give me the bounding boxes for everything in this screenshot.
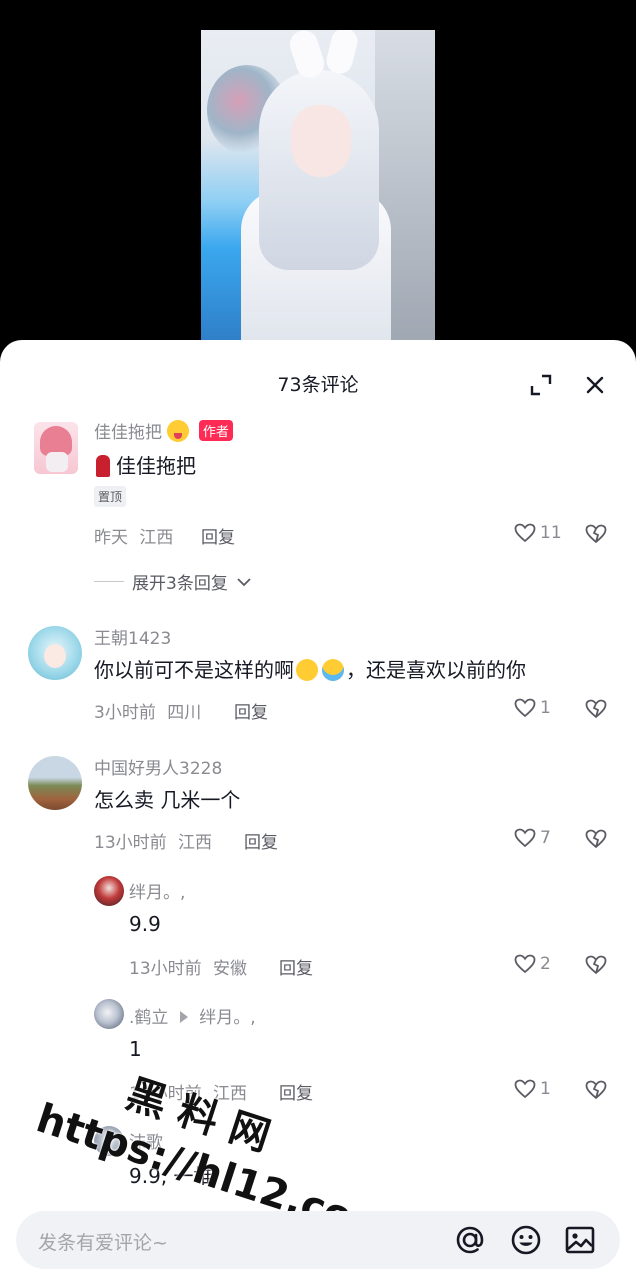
like-count: 7 <box>540 828 551 848</box>
video-bunny-ear-right <box>323 30 361 77</box>
reply-author[interactable]: .鹤立 绊月。, <box>129 1003 256 1028</box>
like-count: 2 <box>540 954 551 974</box>
avatar-body <box>46 452 68 472</box>
reply-location: 江西 <box>213 1084 248 1104</box>
emoji-icon <box>167 420 190 442</box>
reply-item: 绊月。, 9.9 13小时前 安徽 回复 2 <box>0 874 636 984</box>
reply-text: 9.9, 一堆 <box>129 1164 214 1188</box>
broken-heart-icon[interactable] <box>585 828 607 850</box>
comment-sheet: 73条评论 佳佳拖把 作者 佳佳拖把 置顶 昨天 江西 回复 11 展开3条回复… <box>0 340 636 1280</box>
like-count: 1 <box>540 1079 551 1099</box>
reply-time: 12小时前 <box>129 1084 202 1104</box>
reply-text: 9.9 <box>129 912 161 936</box>
expand-replies-label[interactable]: 展开3条回复 <box>132 569 228 594</box>
reply-button[interactable]: 回复 <box>244 828 278 853</box>
heart-icon <box>514 523 536 543</box>
comment-text: 怎么卖 几米一个 <box>94 788 241 812</box>
emoji-tongue <box>174 433 183 439</box>
comment-item: 中国好男人3228 怎么卖 几米一个 13小时前 江西 回复 7 <box>0 752 636 862</box>
avatar[interactable] <box>28 626 82 680</box>
image-icon[interactable] <box>563 1223 597 1257</box>
comment-author-name[interactable]: 佳佳拖把 <box>94 423 162 443</box>
reply-meta: 13小时前 安徽 <box>129 954 247 979</box>
comment-location: 江西 <box>178 833 213 853</box>
chevron-down-icon <box>237 577 251 586</box>
heart-icon <box>514 954 536 974</box>
reply-button[interactable]: 回复 <box>201 523 235 548</box>
reply-to-name[interactable]: 绊月。, <box>199 1008 255 1028</box>
comment-item: 王朝1423 你以前可不是这样的啊 ，还是喜欢以前的你 3小时前 四川 回复 1 <box>0 622 636 732</box>
reply-button[interactable]: 回复 <box>279 1079 313 1104</box>
sad-emoji-icon <box>296 659 318 681</box>
comment-header: 73条评论 <box>0 340 636 424</box>
avatar[interactable] <box>28 756 82 810</box>
avatar[interactable] <box>94 999 124 1029</box>
reply-item: 沫歌 9.9, 一堆 <box>0 1126 636 1196</box>
avatar[interactable] <box>34 422 78 474</box>
heart-icon <box>514 828 536 848</box>
comment-location: 四川 <box>167 703 202 723</box>
broken-heart-icon[interactable] <box>585 1079 607 1101</box>
comment-input-bar[interactable]: 发条有爱评论~ <box>16 1211 620 1269</box>
heart-icon <box>514 698 536 718</box>
comment-time: 3小时前 <box>94 703 156 723</box>
comment-author-name[interactable]: 王朝1423 <box>94 624 171 649</box>
avatar-face <box>44 644 66 668</box>
expand-divider <box>94 581 124 582</box>
reply-button[interactable]: 回复 <box>234 698 268 723</box>
comment-author-name[interactable]: 中国好男人3228 <box>94 754 222 779</box>
reply-location: 安徽 <box>213 959 248 979</box>
broken-heart-icon[interactable] <box>585 954 607 976</box>
broken-heart-icon[interactable] <box>585 698 607 720</box>
like-count: 11 <box>540 523 562 543</box>
reply-author-name[interactable]: 沫歌 <box>129 1128 163 1153</box>
comment-meta: 3小时前 四川 <box>94 698 201 723</box>
reply-button[interactable]: 回复 <box>279 954 313 979</box>
comment-text-suffix: ，还是喜欢以前的你 <box>346 658 526 682</box>
at-icon[interactable] <box>453 1223 487 1257</box>
comment-location: 江西 <box>139 528 174 548</box>
avatar[interactable] <box>94 876 124 906</box>
like-count: 1 <box>540 698 551 718</box>
comment-meta: 13小时前 江西 <box>94 828 212 853</box>
video-player[interactable] <box>0 0 636 360</box>
reply-arrow-icon <box>179 1011 188 1023</box>
comment-meta: 昨天 江西 <box>94 523 173 548</box>
crying-emoji-icon <box>322 659 344 681</box>
pinned-badge: 置顶 <box>94 486 127 507</box>
comment-text: 佳佳拖把 <box>96 450 196 479</box>
avatar[interactable] <box>94 1126 124 1156</box>
comment-input[interactable]: 发条有爱评论~ <box>38 1228 168 1255</box>
heart-icon <box>514 1079 536 1099</box>
reply-text: 1 <box>129 1037 142 1061</box>
comment-time: 昨天 <box>94 528 128 548</box>
emoji-icon[interactable] <box>509 1223 543 1257</box>
comment-author[interactable]: 佳佳拖把 作者 <box>94 418 233 443</box>
like-button[interactable]: 1 <box>514 1079 551 1099</box>
reply-time: 13小时前 <box>129 959 202 979</box>
comment-text-prefix: 你以前可不是这样的啊 <box>94 658 294 682</box>
like-button[interactable]: 7 <box>514 828 551 848</box>
comment-text-body: 佳佳拖把 <box>116 454 196 478</box>
reply-author-name[interactable]: 绊月。, <box>129 878 185 903</box>
expand-icon[interactable] <box>530 374 552 396</box>
reply-author-name[interactable]: .鹤立 <box>129 1008 168 1028</box>
comment-time: 13小时前 <box>94 833 167 853</box>
expand-replies-button[interactable]: 展开3条回复 <box>94 569 252 594</box>
comment-item: 佳佳拖把 作者 佳佳拖把 置顶 昨天 江西 回复 11 展开3条回复 <box>0 416 636 596</box>
video-frame[interactable] <box>201 30 435 342</box>
video-figure-face <box>291 105 351 177</box>
reply-meta: 12小时前 江西 <box>129 1079 247 1104</box>
reply-item: .鹤立 绊月。, 1 12小时前 江西 回复 1 <box>0 999 636 1109</box>
close-icon[interactable] <box>584 374 606 396</box>
like-button[interactable]: 2 <box>514 954 551 974</box>
like-button[interactable]: 1 <box>514 698 551 718</box>
author-badge: 作者 <box>198 420 233 441</box>
broken-heart-icon[interactable] <box>585 523 607 545</box>
ribbon-icon <box>96 455 110 477</box>
comment-text: 你以前可不是这样的啊 ，还是喜欢以前的你 <box>94 654 526 683</box>
like-button[interactable]: 11 <box>514 523 562 543</box>
